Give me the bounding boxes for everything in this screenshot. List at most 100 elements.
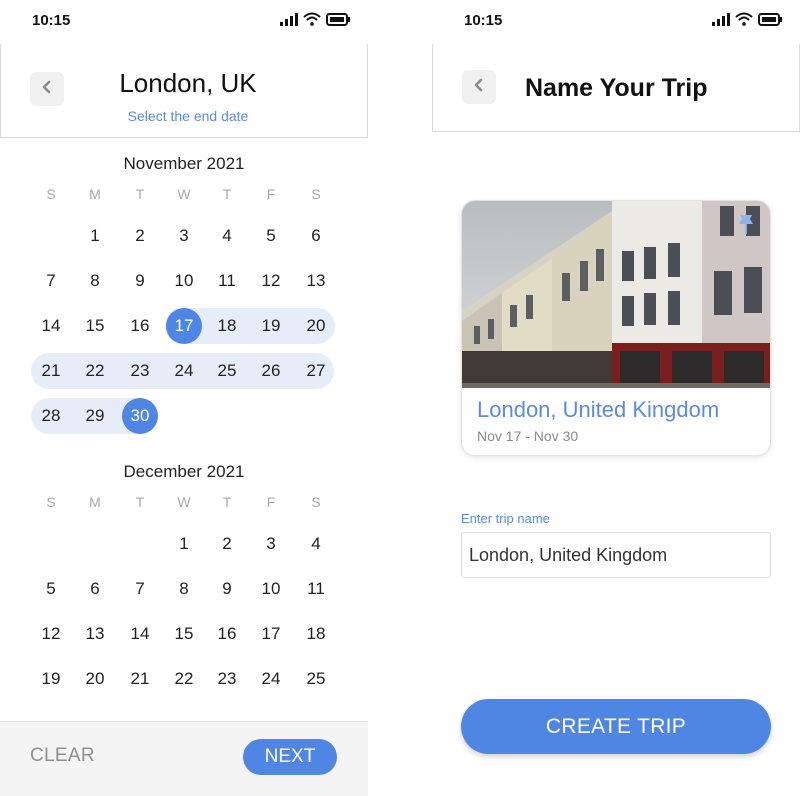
- calendar-header: London, UK Select the end date: [0, 44, 368, 138]
- month-1: December 2021 S M T W T F S 1 2 3 4 5 6 7 8 9 10 11 12 13 14 1…: [0, 462, 368, 704]
- calendar-day[interactable]: 3: [251, 524, 291, 564]
- calendar-day[interactable]: 15: [75, 306, 115, 346]
- weekday-label: T: [222, 186, 232, 202]
- calendar-day[interactable]: 19: [31, 659, 71, 699]
- calendar-day[interactable]: 1: [75, 216, 115, 256]
- calendar-day[interactable]: 27: [296, 351, 336, 391]
- next-button[interactable]: NEXT: [243, 739, 337, 775]
- weekday-label: S: [46, 186, 56, 202]
- calendar-day[interactable]: 22: [75, 351, 115, 391]
- calendar-day[interactable]: 18: [207, 306, 247, 346]
- calendar-day[interactable]: 16: [120, 306, 160, 346]
- week-row: 14 15 16 17 18 19 20: [0, 306, 368, 351]
- calendar-day[interactable]: 5: [251, 216, 291, 256]
- calendar-day[interactable]: 29: [75, 396, 115, 436]
- status-icons: [280, 12, 350, 31]
- weekday-label: F: [266, 494, 276, 510]
- calendar-day[interactable]: 9: [207, 569, 247, 609]
- weekday-label: T: [135, 494, 145, 510]
- week-row: 28 29 30: [0, 396, 368, 441]
- trip-destination: London, United Kingdom: [477, 397, 720, 422]
- calendar-day[interactable]: 12: [251, 261, 291, 301]
- weekday-row: SMTWTFS: [0, 186, 368, 216]
- weekday-label: W: [177, 494, 191, 510]
- calendar-day[interactable]: 25: [296, 659, 336, 699]
- calendar-day[interactable]: 22: [164, 659, 204, 699]
- calendar-day[interactable]: 4: [296, 524, 336, 564]
- calendar-day[interactable]: 9: [120, 261, 160, 301]
- calendar-day[interactable]: 15: [164, 614, 204, 654]
- week-row: 123456: [0, 216, 368, 261]
- name-trip-screen: 10:15 Name Your Trip London, United King…: [432, 0, 800, 796]
- calendar-day[interactable]: 10: [164, 261, 204, 301]
- signal-icon: [280, 12, 298, 31]
- calendar-day[interactable]: 21: [120, 659, 160, 699]
- create-trip-button[interactable]: CREATE TRIP: [461, 699, 771, 754]
- calendar-day[interactable]: 11: [296, 569, 336, 609]
- status-bar: 10:15: [0, 0, 368, 44]
- calendar-day[interactable]: 18: [296, 614, 336, 654]
- calendar-day[interactable]: 20: [296, 306, 336, 346]
- calendar-day[interactable]: 13: [296, 261, 336, 301]
- calendar-day[interactable]: 6: [296, 216, 336, 256]
- calendar-day[interactable]: 7: [120, 569, 160, 609]
- pin-icon[interactable]: [736, 213, 756, 240]
- calendar-day[interactable]: 1: [164, 524, 204, 564]
- month-0: November 2021 S M T W T F S 1 2 3 4 5 6 7 8 9 10 11 12 13 14 1…: [0, 154, 368, 441]
- calendar-day[interactable]: 24: [164, 351, 204, 391]
- selected-day[interactable]: 17: [166, 308, 202, 344]
- calendar-day[interactable]: 3: [164, 216, 204, 256]
- calendar-day[interactable]: 23: [207, 659, 247, 699]
- trip-card[interactable]: London, United Kingdom Nov 17 - Nov 30: [461, 200, 771, 456]
- trip-name-input[interactable]: [461, 532, 771, 578]
- calendar-day[interactable]: 2: [120, 216, 160, 256]
- calendar-day[interactable]: 17: [251, 614, 291, 654]
- weekday-label: M: [89, 186, 101, 202]
- calendar-day[interactable]: 13: [75, 614, 115, 654]
- week-row: 1234: [0, 524, 368, 569]
- week-row: 5 6 7 8 9 10 11: [0, 569, 368, 614]
- week-row: 21 22 23 24 25 26 27: [0, 351, 368, 396]
- calendar-day[interactable]: 8: [75, 261, 115, 301]
- weekday-label: S: [311, 186, 321, 202]
- calendar-day[interactable]: 11: [207, 261, 247, 301]
- weekday-label: T: [222, 494, 232, 510]
- calendar-day[interactable]: 5: [31, 569, 71, 609]
- calendar-day[interactable]: 23: [120, 351, 160, 391]
- wifi-icon: [303, 12, 321, 31]
- calendar-day[interactable]: 21: [31, 351, 71, 391]
- calendar-day[interactable]: 16: [207, 614, 247, 654]
- page-title: London, UK: [119, 68, 257, 98]
- clear-button[interactable]: CLEAR: [30, 745, 95, 767]
- weekday-label: T: [135, 186, 145, 202]
- calendar-day[interactable]: 6: [75, 569, 115, 609]
- day-grid: 1 2 3 4 5 6 7 8 9 10 11 12 13 14 15 16 17 18 19 20 21 22 23 24 2…: [0, 524, 368, 704]
- calendar-day[interactable]: 24: [251, 659, 291, 699]
- calendar-day[interactable]: 4: [207, 216, 247, 256]
- calendar-day[interactable]: 25: [207, 351, 247, 391]
- calendar-day[interactable]: 20: [75, 659, 115, 699]
- week-row: 12 13 14 15 16 17 18: [0, 614, 368, 659]
- status-bar: 10:15: [432, 0, 800, 44]
- battery-icon: [758, 12, 782, 31]
- selected-day[interactable]: 30: [122, 398, 158, 434]
- calendar-day[interactable]: 2: [207, 524, 247, 564]
- status-time: 10:15: [464, 12, 503, 29]
- signal-icon: [712, 12, 730, 31]
- calendar-day[interactable]: 14: [31, 306, 71, 346]
- chevron-left-icon: [473, 78, 485, 97]
- wifi-icon: [735, 12, 753, 31]
- back-button[interactable]: [462, 70, 496, 104]
- calendar-day[interactable]: 14: [120, 614, 160, 654]
- trip-name-label: Enter trip name: [461, 511, 550, 526]
- calendar-day[interactable]: 26: [251, 351, 291, 391]
- calendar-day[interactable]: 19: [251, 306, 291, 346]
- weekday-label: S: [311, 494, 321, 510]
- calendar-day[interactable]: 28: [31, 396, 71, 436]
- calendar-day[interactable]: 7: [31, 261, 71, 301]
- calendar-day[interactable]: 10: [251, 569, 291, 609]
- calendar-day[interactable]: 8: [164, 569, 204, 609]
- page-title: Name Your Trip: [525, 74, 708, 102]
- calendar-day[interactable]: 12: [31, 614, 71, 654]
- weekday-label: S: [46, 494, 56, 510]
